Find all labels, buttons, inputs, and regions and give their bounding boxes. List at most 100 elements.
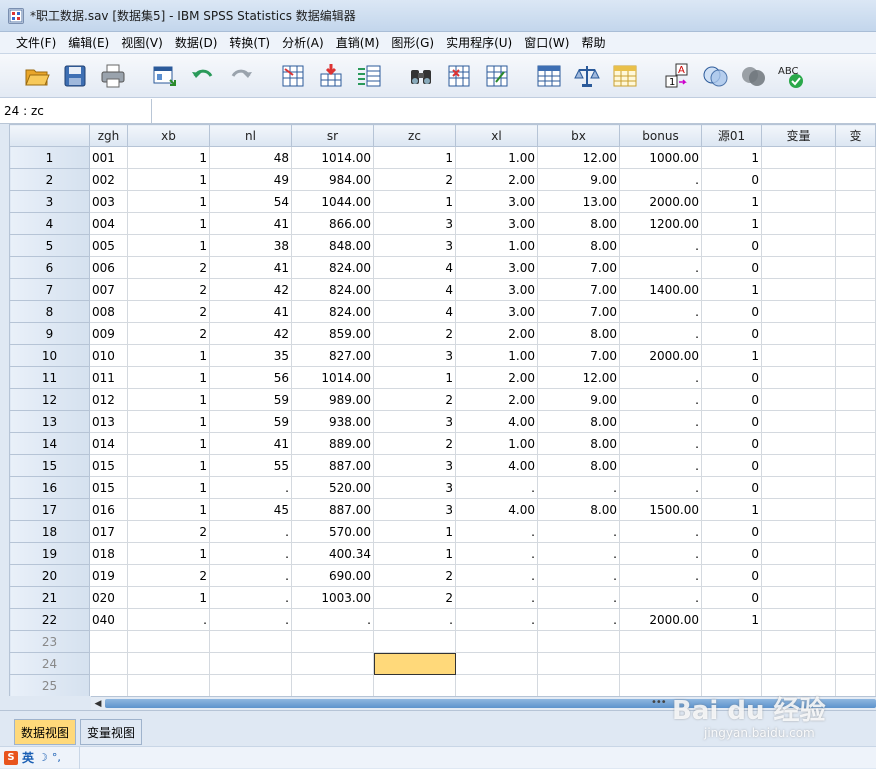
data-cell[interactable]: 3.00	[455, 278, 538, 301]
data-cell[interactable]: 9.00	[537, 388, 620, 411]
data-cell[interactable]: 45	[209, 498, 292, 521]
row-header[interactable]: 19	[9, 542, 90, 565]
data-cell[interactable]: .	[619, 234, 702, 257]
data-cell[interactable]: 8.00	[537, 454, 620, 477]
data-cell[interactable]: 0	[701, 454, 762, 477]
data-cell[interactable]: 889.00	[291, 432, 374, 455]
data-cell[interactable]: .	[619, 476, 702, 499]
data-cell[interactable]: .	[537, 520, 620, 543]
scroll-left-arrow-icon[interactable]: ◀	[91, 697, 105, 710]
data-cell[interactable]: 2	[127, 278, 210, 301]
spell-check-icon[interactable]: ABC	[774, 59, 808, 93]
cell-value-editor[interactable]	[152, 99, 876, 123]
data-cell[interactable]: 4.00	[455, 454, 538, 477]
data-cell[interactable]: .	[619, 542, 702, 565]
column-header[interactable]: 变	[835, 124, 876, 147]
data-cell[interactable]: 1	[127, 190, 210, 213]
data-cell[interactable]: 001	[89, 146, 128, 169]
data-cell[interactable]: 008	[89, 300, 128, 323]
data-cell[interactable]: 1	[127, 366, 210, 389]
data-cell[interactable]	[127, 652, 210, 675]
data-cell[interactable]: 1	[127, 432, 210, 455]
data-cell[interactable]: .	[619, 454, 702, 477]
data-cell[interactable]	[835, 234, 876, 257]
data-cell[interactable]: 2	[373, 168, 456, 191]
data-cell[interactable]: 0	[701, 542, 762, 565]
data-cell[interactable]: 0	[701, 234, 762, 257]
data-cell[interactable]: 0	[701, 322, 762, 345]
data-cell[interactable]	[761, 234, 836, 257]
data-cell[interactable]: 2	[373, 388, 456, 411]
data-cell[interactable]: 12.00	[537, 146, 620, 169]
row-header[interactable]: 14	[9, 432, 90, 455]
row-header[interactable]: 13	[9, 410, 90, 433]
data-cell[interactable]	[761, 322, 836, 345]
data-cell[interactable]: .	[455, 476, 538, 499]
data-cell[interactable]	[761, 586, 836, 609]
data-cell[interactable]: 4.00	[455, 498, 538, 521]
data-cell[interactable]: 019	[89, 564, 128, 587]
data-cell[interactable]	[619, 630, 702, 653]
data-cell[interactable]	[455, 674, 538, 696]
data-cell[interactable]: 41	[209, 212, 292, 235]
data-cell[interactable]	[835, 344, 876, 367]
data-cell[interactable]: 8.00	[537, 234, 620, 257]
data-cell[interactable]: 1	[127, 586, 210, 609]
data-cell[interactable]: 1400.00	[619, 278, 702, 301]
data-cell[interactable]: 989.00	[291, 388, 374, 411]
data-cell[interactable]	[619, 674, 702, 696]
data-cell[interactable]: 2	[127, 564, 210, 587]
data-cell[interactable]: 49	[209, 168, 292, 191]
data-cell[interactable]: 1	[127, 454, 210, 477]
data-cell[interactable]: 1	[701, 212, 762, 235]
data-cell[interactable]: 824.00	[291, 278, 374, 301]
data-cell[interactable]	[835, 410, 876, 433]
data-cell[interactable]: 007	[89, 278, 128, 301]
data-cell[interactable]	[835, 388, 876, 411]
data-cell[interactable]: 2.00	[455, 366, 538, 389]
data-cell[interactable]: 520.00	[291, 476, 374, 499]
menu-item-5[interactable]: 分析(A)	[276, 33, 330, 53]
data-cell[interactable]	[209, 652, 292, 675]
data-cell[interactable]	[761, 432, 836, 455]
goto-case-icon[interactable]	[276, 59, 310, 93]
data-cell[interactable]: 3	[373, 476, 456, 499]
data-cell[interactable]: 0	[701, 388, 762, 411]
menu-item-2[interactable]: 视图(V)	[115, 33, 169, 53]
data-cell[interactable]: 3.00	[455, 212, 538, 235]
data-cell[interactable]: 7.00	[537, 344, 620, 367]
data-cell[interactable]	[835, 366, 876, 389]
column-header[interactable]: xl	[455, 124, 538, 147]
save-icon[interactable]	[58, 59, 92, 93]
insert-cases-icon[interactable]	[442, 59, 476, 93]
data-cell[interactable]	[761, 410, 836, 433]
data-cell[interactable]: 0	[701, 586, 762, 609]
data-cell[interactable]	[701, 630, 762, 653]
punctuation-icon[interactable]: °,	[52, 751, 61, 764]
data-cell[interactable]	[537, 630, 620, 653]
data-cell[interactable]: 3	[373, 344, 456, 367]
data-cell[interactable]: 1	[701, 146, 762, 169]
data-cell[interactable]: 3.00	[455, 300, 538, 323]
data-cell[interactable]: 1	[373, 366, 456, 389]
data-cell[interactable]: 1	[373, 146, 456, 169]
column-header[interactable]: xb	[127, 124, 210, 147]
data-cell[interactable]: 3	[373, 212, 456, 235]
data-cell[interactable]: .	[619, 432, 702, 455]
data-cell[interactable]: 56	[209, 366, 292, 389]
data-cell[interactable]: 41	[209, 432, 292, 455]
data-cell[interactable]: 59	[209, 388, 292, 411]
data-cell[interactable]: 938.00	[291, 410, 374, 433]
data-cell[interactable]	[835, 432, 876, 455]
data-cell[interactable]	[291, 630, 374, 653]
row-header[interactable]: 18	[9, 520, 90, 543]
data-cell[interactable]: 015	[89, 454, 128, 477]
data-cell[interactable]: 42	[209, 278, 292, 301]
menu-item-1[interactable]: 编辑(E)	[62, 33, 115, 53]
data-cell[interactable]: 004	[89, 212, 128, 235]
data-cell[interactable]: 42	[209, 322, 292, 345]
data-cell[interactable]	[291, 652, 374, 675]
data-cell[interactable]	[761, 344, 836, 367]
data-cell[interactable]: 1	[127, 146, 210, 169]
data-cell[interactable]	[761, 630, 836, 653]
